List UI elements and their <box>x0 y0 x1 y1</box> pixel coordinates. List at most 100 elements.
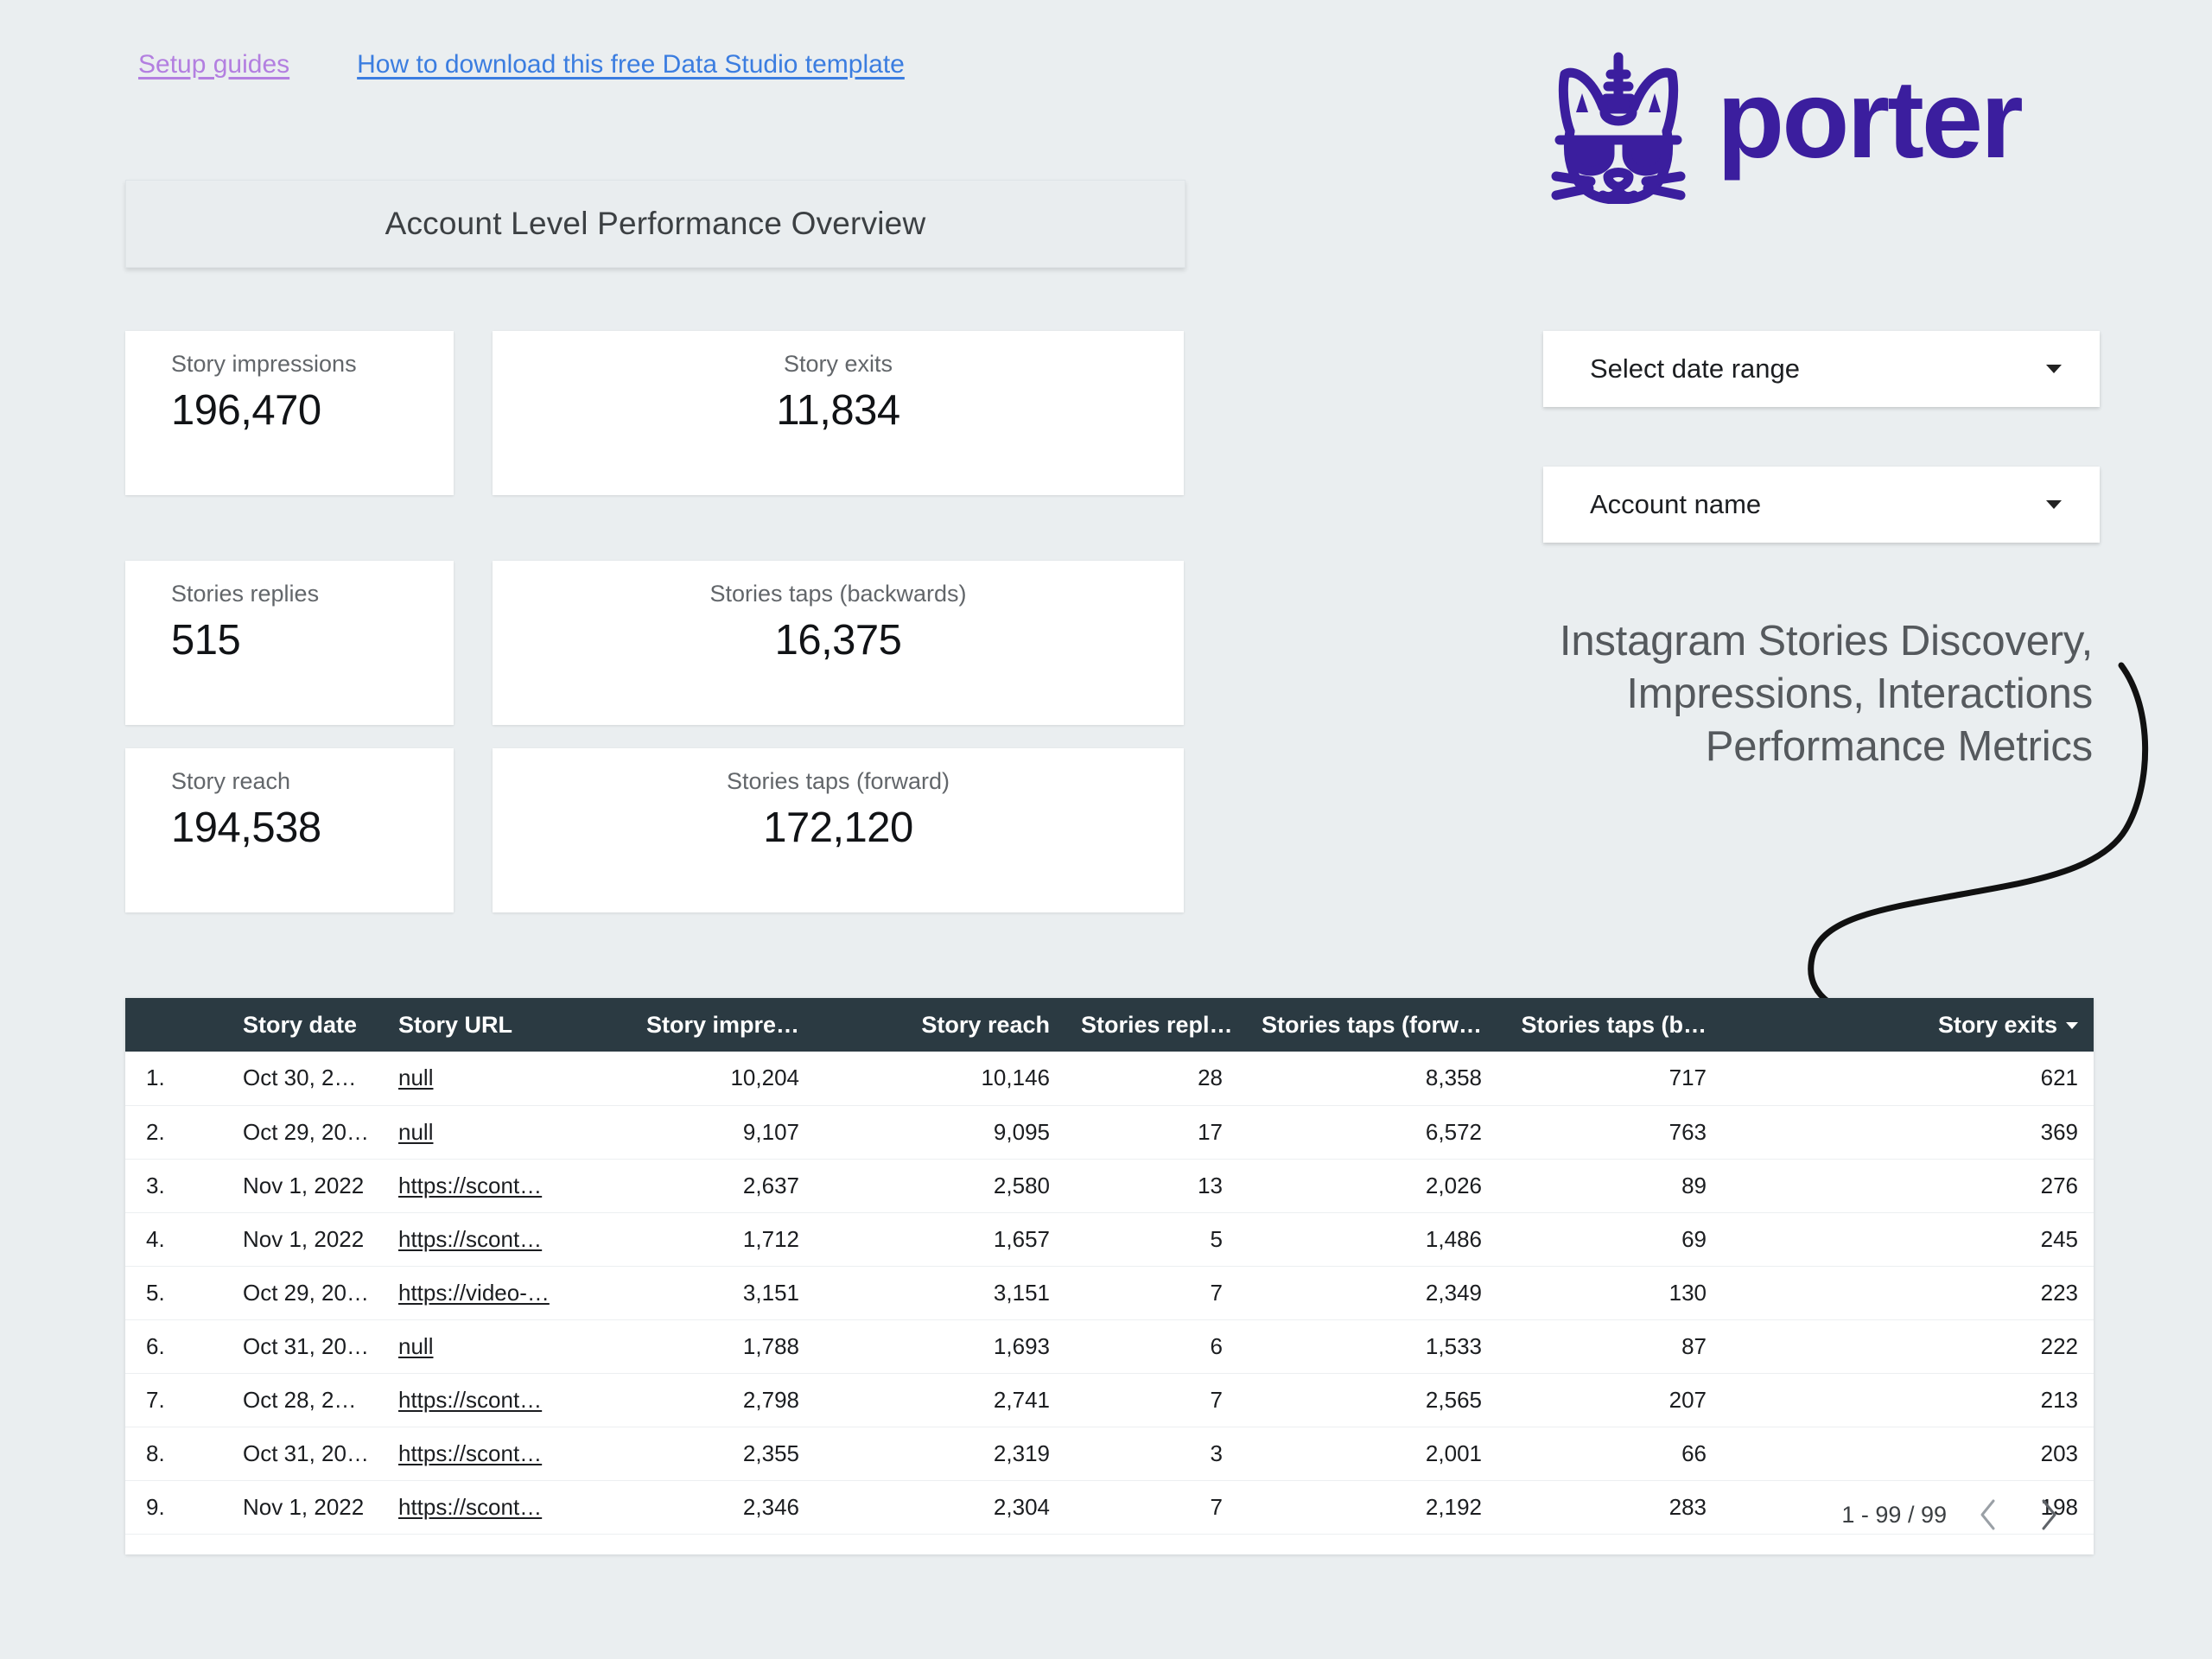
cell-story-date: Oct 28, 2… <box>227 1373 383 1427</box>
cell-story-exits: 223 <box>1722 1266 2094 1320</box>
chevron-down-icon <box>2046 365 2062 373</box>
story-url-link[interactable]: https://scont… <box>398 1387 542 1413</box>
table-row: 1. Oct 30, 2… null 10,204 10,146 28 8,358 717 62… <box>125 1052 2094 1106</box>
cell-stories-taps-forward: 1,486 <box>1238 1212 1497 1267</box>
link-setup-guides[interactable]: Setup guides <box>138 50 289 79</box>
account-name-filter-label: Account name <box>1590 489 1762 519</box>
column-header-story-impressions[interactable]: Story impre… <box>582 998 815 1052</box>
table-header-row: Story date Story URL Story impre… Story … <box>125 998 2094 1052</box>
headline-line-1: Instagram Stories Discovery, <box>1559 618 2093 664</box>
column-header-stories-taps-backward[interactable]: Stories taps (b… <box>1497 998 1722 1052</box>
section-title-bar: Account Level Performance Overview <box>125 180 1185 268</box>
cell-story-impressions: 3,151 <box>582 1266 815 1320</box>
row-index: 3. <box>125 1159 227 1213</box>
cell-stories-replies: 3 <box>1065 1427 1238 1481</box>
scorecard-label: Stories replies <box>171 581 320 607</box>
cell-story-impressions: 9,107 <box>582 1105 815 1160</box>
cell-stories-taps-backward: 69 <box>1497 1212 1722 1267</box>
column-header-stories-taps-forward[interactable]: Stories taps (forw… <box>1238 998 1497 1052</box>
cell-story-url[interactable]: https://scont… <box>383 1427 582 1481</box>
cell-story-url[interactable]: https://scont… <box>383 1480 582 1535</box>
story-url-link[interactable]: https://scont… <box>398 1494 542 1520</box>
sort-descending-icon <box>2066 1022 2078 1030</box>
scorecard-value: 515 <box>171 616 241 664</box>
cell-stories-taps-backward: 66 <box>1497 1427 1722 1481</box>
cell-story-date: Oct 29, 20… <box>227 1105 383 1160</box>
story-url-link[interactable]: null <box>398 1333 433 1359</box>
row-index: 4. <box>125 1212 227 1267</box>
cell-story-url[interactable]: https://scont… <box>383 1212 582 1267</box>
scorecard-value: 196,470 <box>171 386 321 434</box>
cell-stories-replies: 5 <box>1065 1212 1238 1267</box>
row-index: 6. <box>125 1319 227 1374</box>
story-url-link[interactable]: null <box>398 1119 433 1145</box>
scorecard-stories-taps-forward: Stories taps (forward) 172,120 <box>493 748 1184 912</box>
link-how-to-download[interactable]: How to download this free Data Studio te… <box>357 50 905 79</box>
table-row: 3. Nov 1, 2022 https://scont… 2,637 2,580 13 2… <box>125 1159 2094 1213</box>
cell-stories-taps-backward: 130 <box>1497 1266 1722 1320</box>
headline-line-3: Performance Metrics <box>1705 723 2093 770</box>
date-range-filter[interactable]: Select date range <box>1543 331 2100 407</box>
dashboard-page: Setup guides How to download this free D… <box>0 0 2212 1659</box>
cell-story-url[interactable]: https://scont… <box>383 1373 582 1427</box>
cell-story-url[interactable]: null <box>383 1319 582 1374</box>
column-header-story-url[interactable]: Story URL <box>383 998 582 1052</box>
row-index: 1. <box>125 1052 227 1106</box>
story-url-link[interactable]: https://scont… <box>398 1226 542 1252</box>
column-header-stories-replies[interactable]: Stories repl… <box>1065 998 1238 1052</box>
cell-stories-taps-forward: 8,358 <box>1238 1052 1497 1106</box>
table-body: 1. Oct 30, 2… null 10,204 10,146 28 8,358 717 62… <box>125 1052 2094 1535</box>
cell-story-date: Oct 31, 20… <box>227 1427 383 1481</box>
cell-story-reach: 2,580 <box>815 1159 1065 1213</box>
cell-stories-taps-backward: 283 <box>1497 1480 1722 1535</box>
cell-stories-taps-backward: 763 <box>1497 1105 1722 1160</box>
scorecard-value: 194,538 <box>171 804 321 851</box>
cell-stories-replies: 17 <box>1065 1105 1238 1160</box>
cell-story-exits: 222 <box>1722 1319 2094 1374</box>
story-url-link[interactable]: https://scont… <box>398 1173 542 1198</box>
story-url-link[interactable]: https://scont… <box>398 1440 542 1466</box>
cell-stories-taps-forward: 1,533 <box>1238 1319 1497 1374</box>
table-row: 8. Oct 31, 20… https://scont… 2,355 2,319 3 2,… <box>125 1427 2094 1481</box>
scorecard-label: Story exits <box>783 351 893 377</box>
story-url-link[interactable]: null <box>398 1065 433 1090</box>
column-header-story-exits-label: Story exits <box>1937 1011 2057 1038</box>
cell-story-date: Oct 30, 2… <box>227 1052 383 1106</box>
row-index: 5. <box>125 1266 227 1320</box>
cell-story-reach: 2,319 <box>815 1427 1065 1481</box>
chevron-down-icon <box>2046 500 2062 509</box>
cell-story-url[interactable]: https://video-… <box>383 1266 582 1320</box>
cell-story-reach: 2,304 <box>815 1480 1065 1535</box>
unicorn-cat-logo-icon <box>1542 50 1694 204</box>
scorecard-value: 16,375 <box>774 616 902 664</box>
table-pagination: 1 - 99 / 99 <box>1841 1496 2068 1534</box>
cell-story-exits: 276 <box>1722 1159 2094 1213</box>
chevron-right-icon[interactable] <box>2030 1496 2068 1534</box>
cell-stories-taps-forward: 2,349 <box>1238 1266 1497 1320</box>
scorecard-story-impressions: Story impressions 196,470 <box>125 331 454 495</box>
cell-story-date: Oct 31, 20… <box>227 1319 383 1374</box>
cell-story-url[interactable]: null <box>383 1052 582 1106</box>
cell-story-reach: 1,693 <box>815 1319 1065 1374</box>
cell-story-exits: 621 <box>1722 1052 2094 1106</box>
cell-story-exits: 213 <box>1722 1373 2094 1427</box>
scorecard-value: 11,834 <box>776 386 900 434</box>
pagination-range: 1 - 99 / 99 <box>1841 1501 1947 1528</box>
column-header-story-reach[interactable]: Story reach <box>815 998 1065 1052</box>
column-header-story-exits[interactable]: Story exits <box>1722 998 2094 1052</box>
cell-stories-taps-forward: 2,192 <box>1238 1480 1497 1535</box>
table-row: 4. Nov 1, 2022 https://scont… 1,712 1,657 5 1,… <box>125 1212 2094 1267</box>
column-header-story-date[interactable]: Story date <box>227 998 383 1052</box>
porter-logo: porter <box>1542 50 2080 204</box>
account-name-filter[interactable]: Account name <box>1543 467 2100 543</box>
cell-story-url[interactable]: https://scont… <box>383 1159 582 1213</box>
cell-stories-taps-backward: 207 <box>1497 1373 1722 1427</box>
headline-line-2: Impressions, Interactions <box>1626 671 2093 717</box>
cell-story-url[interactable]: null <box>383 1105 582 1160</box>
column-header-index[interactable] <box>125 998 227 1052</box>
date-range-filter-label: Select date range <box>1590 353 1801 384</box>
story-url-link[interactable]: https://video-… <box>398 1280 550 1306</box>
scorecard-story-exits: Story exits 11,834 <box>493 331 1184 495</box>
chevron-left-icon[interactable] <box>1969 1496 2007 1534</box>
table-row: 7. Oct 28, 2… https://scont… 2,798 2,741 7 2,5… <box>125 1373 2094 1427</box>
